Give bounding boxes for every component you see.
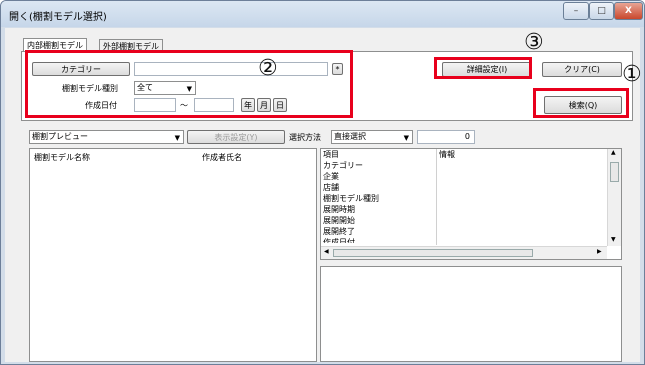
detail-vertical-scrollbar[interactable]: ▲ ▼ <box>607 149 621 246</box>
detail-header-item: 項目 <box>323 150 339 159</box>
model-list[interactable]: 棚割モデル名称 作成者氏名 <box>29 148 317 362</box>
category-clear-button[interactable]: * <box>332 63 343 75</box>
detail-header-info: 情報 <box>439 150 455 159</box>
selection-method-select[interactable]: 直接選択 ▼ <box>331 130 413 144</box>
chevron-down-icon: ▼ <box>174 134 180 142</box>
model-type-value: 全て <box>137 83 153 92</box>
detail-grid-header: 項目 情報 <box>321 149 621 160</box>
category-field[interactable] <box>134 62 328 76</box>
display-settings-button[interactable]: 表示設定(Y) <box>187 130 285 144</box>
detail-row: 店舗 <box>323 183 339 192</box>
column-header-model-name[interactable]: 棚割モデル名称 <box>34 152 90 163</box>
horizontal-thumb[interactable] <box>333 249 533 257</box>
clear-button[interactable]: クリア(C) <box>542 62 622 77</box>
search-panel: カテゴリー * 棚割モデル種別 全て ▼ 作成日付 ～ 年 月 日 詳細設定(I… <box>21 51 633 121</box>
detail-row: 展開時期 <box>323 205 355 214</box>
preview-mode-select[interactable]: 棚割プレビュー ▼ <box>29 130 184 144</box>
selection-method-label: 選択方法 <box>289 133 321 142</box>
title-bar[interactable]: 開く(棚割モデル選択) – □ X <box>1 1 644 27</box>
detail-horizontal-scrollbar[interactable]: ◀ ▶ <box>321 246 607 259</box>
selection-method-value: 直接選択 <box>334 132 366 141</box>
detail-grid: 項目 情報 カテゴリー 企業 店舗 棚割モデル種別 展開時期 展開開始 展開終了… <box>320 148 622 260</box>
tab-internal-model[interactable]: 内部棚割モデル <box>23 38 87 52</box>
detail-row: 展開終了 <box>323 227 355 236</box>
year-button[interactable]: 年 <box>241 98 255 112</box>
scroll-up-icon[interactable]: ▲ <box>611 149 616 156</box>
preview-panel <box>320 266 622 362</box>
model-type-select[interactable]: 全て ▼ <box>134 81 196 95</box>
scrollbar-thumb[interactable] <box>610 162 619 182</box>
scroll-left-icon[interactable]: ◀ <box>324 248 329 255</box>
chevron-down-icon: ▼ <box>403 134 409 142</box>
detail-row-partial: 作成日付 <box>323 238 355 243</box>
created-date-label: 作成日付 <box>85 101 117 110</box>
window-title: 開く(棚割モデル選択) <box>9 12 107 23</box>
search-button[interactable]: 検索(Q) <box>544 96 622 114</box>
chevron-down-icon: ▼ <box>186 85 192 93</box>
day-button[interactable]: 日 <box>273 98 287 112</box>
date-to-field[interactable] <box>194 98 234 112</box>
model-type-label: 棚割モデル種別 <box>62 84 118 93</box>
scroll-down-icon[interactable]: ▼ <box>611 236 616 243</box>
detail-row: 棚割モデル種別 <box>323 194 379 203</box>
preview-mode-value: 棚割プレビュー <box>32 132 88 141</box>
detail-row: 展開開始 <box>323 216 355 225</box>
column-header-creator-name[interactable]: 作成者氏名 <box>202 152 242 163</box>
detail-row: 企業 <box>323 172 339 181</box>
dialog-client: 内部棚割モデル 外部棚割モデル カテゴリー * 棚割モデル種別 全て ▼ 作成日… <box>5 28 640 362</box>
result-count: 0 <box>417 130 475 144</box>
dialog-window: 開く(棚割モデル選択) – □ X 内部棚割モデル 外部棚割モデル カテゴリー … <box>0 0 645 365</box>
date-separator: ～ <box>180 101 188 110</box>
scroll-right-icon[interactable]: ▶ <box>597 248 602 255</box>
category-button[interactable]: カテゴリー <box>32 62 130 76</box>
date-from-field[interactable] <box>134 98 176 112</box>
annotation-number-1: ① <box>622 62 642 87</box>
month-button[interactable]: 月 <box>257 98 271 112</box>
minimize-button[interactable]: – <box>563 2 589 20</box>
annotation-number-3: ③ <box>524 30 544 55</box>
column-divider <box>436 149 437 245</box>
maximize-button[interactable]: □ <box>589 2 614 20</box>
detail-row: カテゴリー <box>323 161 363 170</box>
detail-settings-button[interactable]: 詳細設定(I) <box>442 62 532 77</box>
close-button[interactable]: X <box>614 2 643 20</box>
annotation-number-2: ② <box>258 56 278 81</box>
